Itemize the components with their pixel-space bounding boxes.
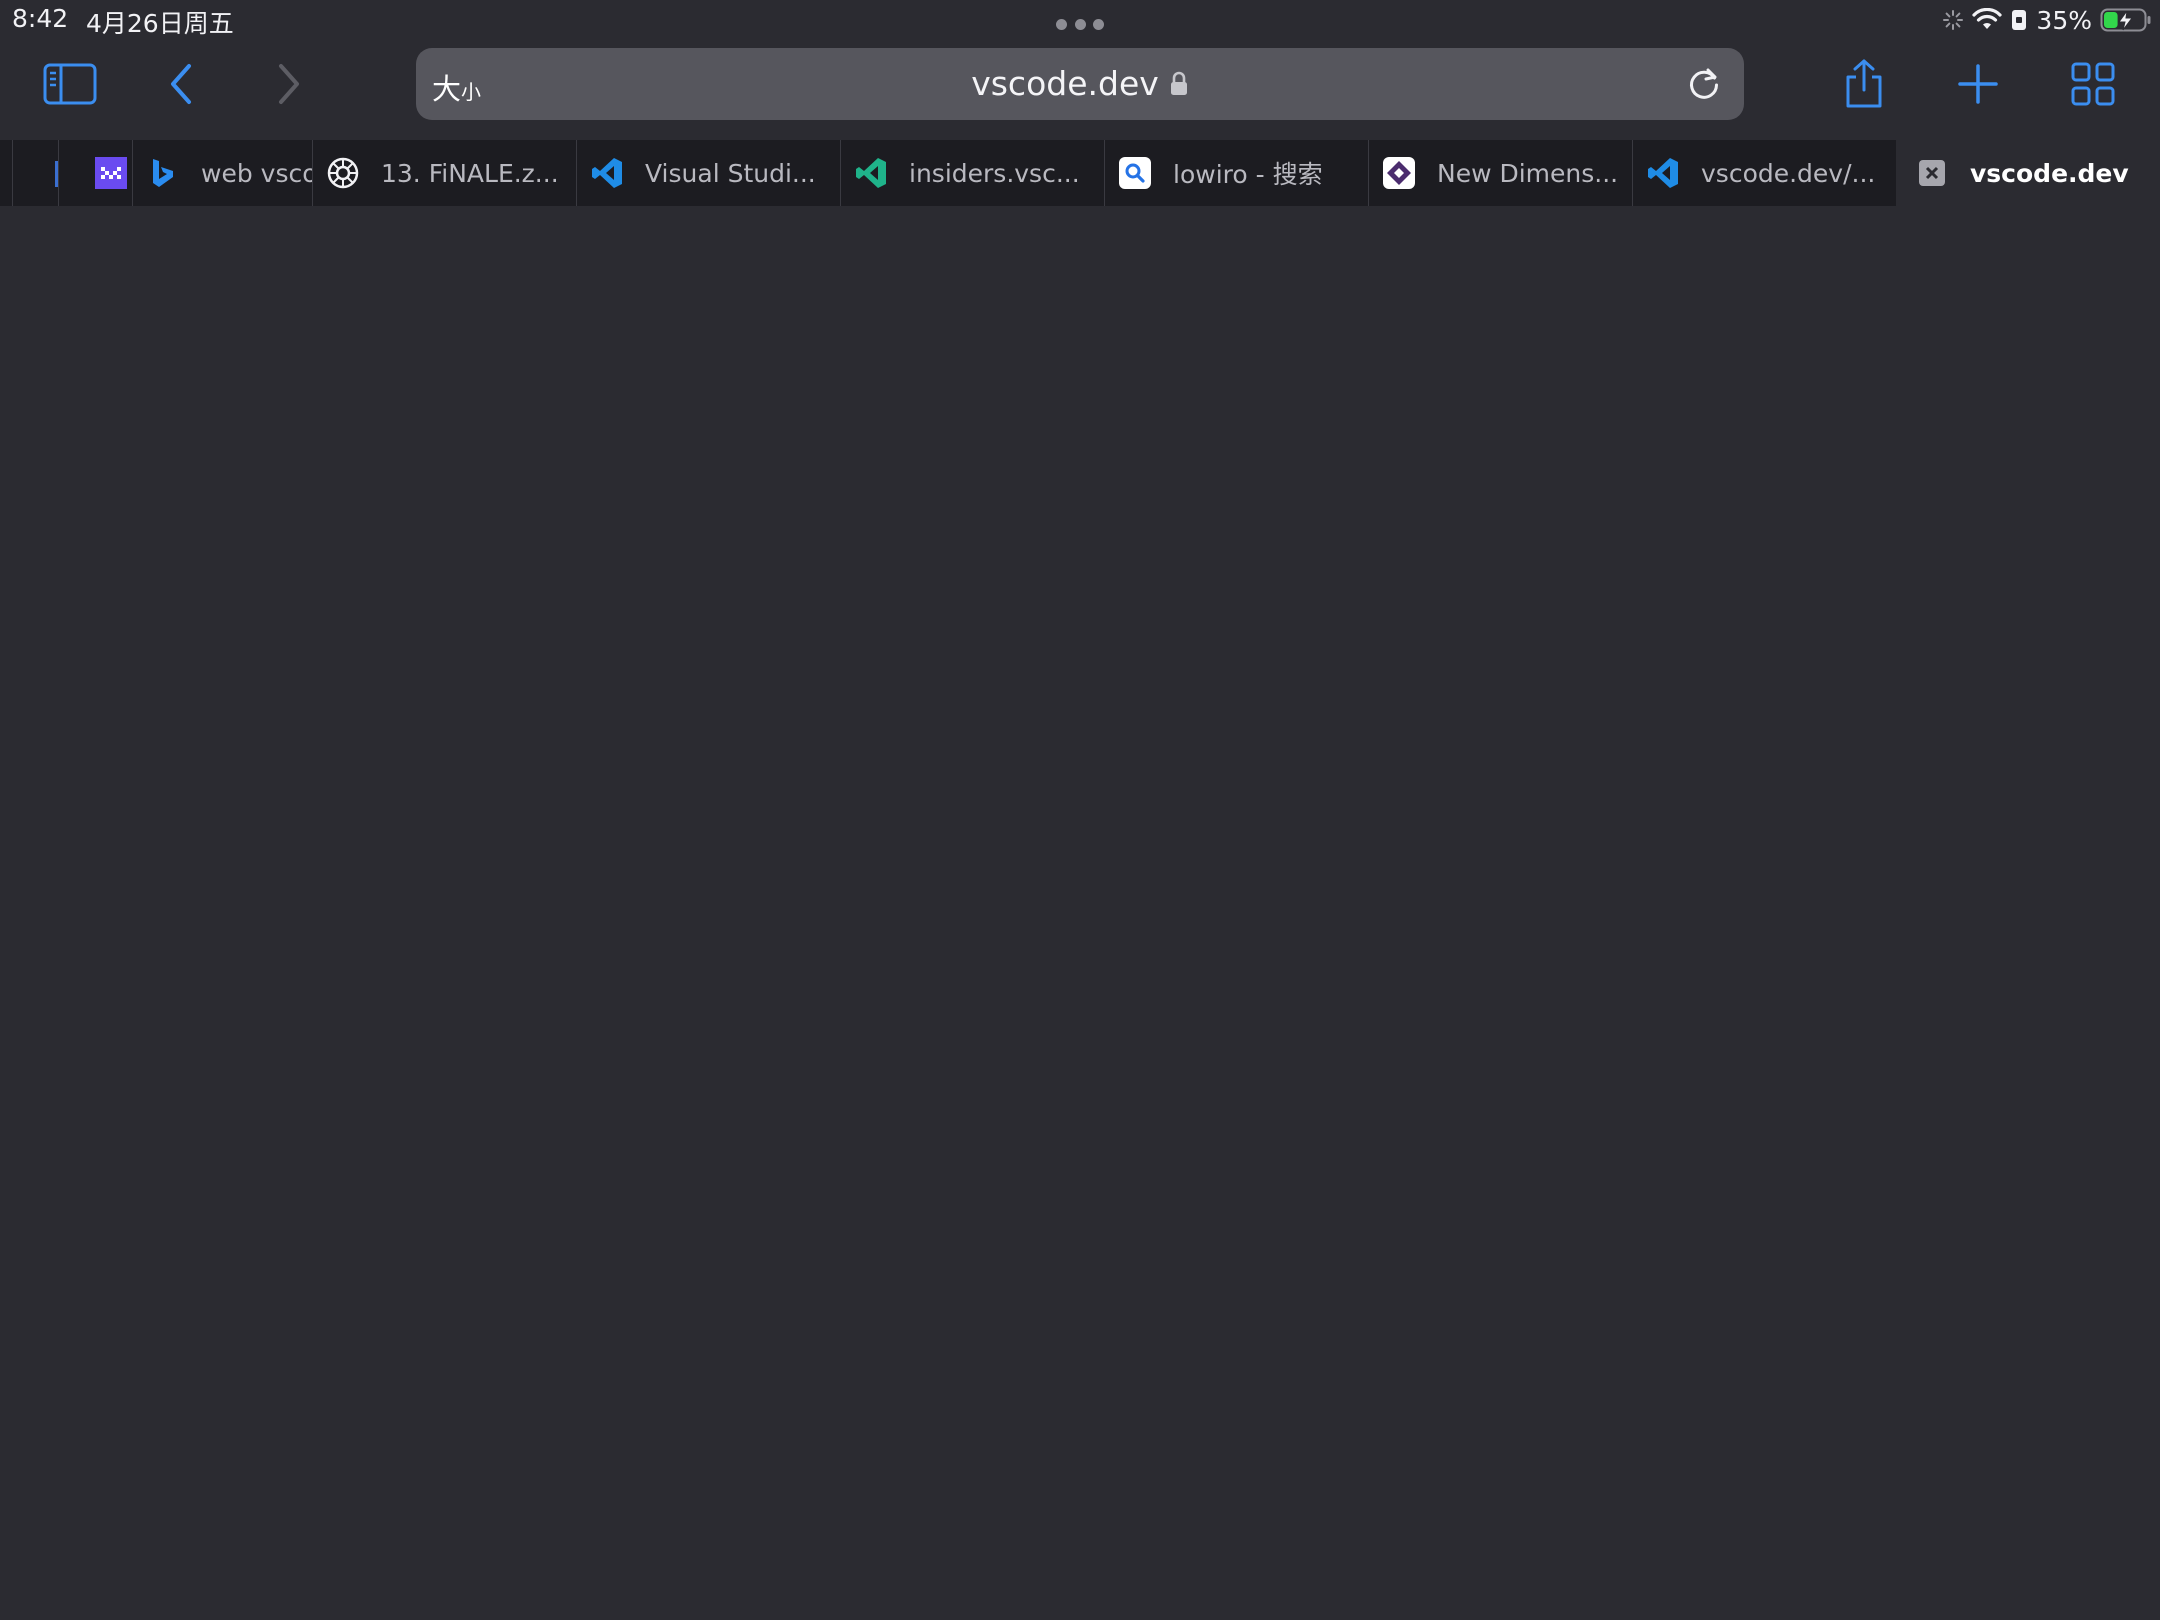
web-content[interactable]: [0, 206, 2160, 1620]
sidebar-button[interactable]: [38, 54, 102, 114]
status-time: 8:42: [12, 4, 69, 33]
dot: [1093, 19, 1104, 30]
browser-window: 8:42 4月26日周五 35% 大小 vscode.dev web vsco …: [0, 0, 2160, 1620]
tab[interactable]: [12, 140, 58, 206]
purple-logo-icon: [95, 157, 127, 189]
tab-title: web vsco: [201, 158, 312, 188]
blank-icon: [43, 157, 58, 189]
vscode-blue-icon: [591, 157, 623, 189]
url-text: vscode.dev: [971, 64, 1159, 103]
vinyl-record-icon: [327, 157, 359, 189]
diamond-logo-icon: [1383, 157, 1415, 189]
tab[interactable]: [58, 140, 132, 206]
tab-title: vscode.dev/...: [1701, 158, 1876, 188]
multitasking-handle[interactable]: [1056, 19, 1104, 31]
vscode-insiders-icon: [855, 157, 887, 189]
address-bar[interactable]: 大小 vscode.dev: [416, 48, 1744, 120]
tab[interactable]: web vsco: [132, 140, 312, 206]
url-display[interactable]: vscode.dev: [416, 64, 1744, 103]
tab[interactable]: New Dimens...: [1368, 140, 1632, 206]
dot: [1074, 19, 1086, 30]
tab[interactable]: insiders.vsc...: [840, 140, 1104, 206]
plus-icon: [1958, 64, 1998, 104]
share-button[interactable]: [1832, 54, 1896, 114]
status-date: 4月26日周五: [86, 9, 234, 38]
tab-active[interactable]: vscode.dev: [1896, 140, 2160, 206]
tab-title: 13. FiNALE.z...: [381, 158, 559, 188]
back-button[interactable]: [150, 54, 214, 114]
tab-title: New Dimens...: [1437, 158, 1619, 188]
new-tab-button[interactable]: [1946, 54, 2010, 114]
share-icon: [1846, 59, 1882, 108]
battery-charging-icon: [2100, 8, 2151, 32]
lock-icon: [1170, 71, 1187, 95]
activity-spinner-icon: [1943, 10, 1964, 30]
tab-overview-button[interactable]: [2061, 54, 2125, 114]
orientation-lock-icon: [2012, 10, 2027, 30]
close-icon: [1919, 160, 1945, 186]
browser-toolbar: 大小 vscode.dev: [0, 40, 2160, 140]
tab[interactable]: 13. FiNALE.z...: [312, 140, 576, 206]
tab-title: vscode.dev: [1970, 158, 2129, 188]
tab-title: lowiro - 搜索: [1173, 160, 1323, 189]
status-indicators: 35%: [1942, 4, 2152, 36]
wifi-icon: [1972, 8, 2003, 29]
tab[interactable]: Visual Studi...: [576, 140, 840, 206]
tab[interactable]: vscode.dev/...: [1632, 140, 1896, 206]
grid-icon: [2071, 62, 2115, 106]
close-tab-button[interactable]: [1916, 157, 1948, 189]
tab[interactable]: lowiro - 搜索: [1104, 140, 1368, 206]
tab-bar: web vsco 13. FiNALE.z... Visual Studi...…: [0, 140, 2160, 206]
sidebar-icon: [43, 63, 97, 105]
reload-icon[interactable]: [1684, 64, 1724, 104]
tab-title: Visual Studi...: [645, 158, 816, 188]
battery-percentage: 35%: [2036, 5, 2092, 35]
search-icon: [1119, 157, 1151, 189]
vscode-blue-icon: [1647, 157, 1679, 189]
bing-icon: [147, 157, 179, 189]
dot: [1056, 19, 1067, 30]
chevron-left-icon: [171, 64, 191, 104]
chevron-right-icon: [279, 64, 299, 104]
tab-title: insiders.vsc...: [909, 158, 1080, 188]
status-bar: 8:42 4月26日周五 35%: [0, 0, 2160, 40]
forward-button[interactable]: [256, 54, 320, 114]
